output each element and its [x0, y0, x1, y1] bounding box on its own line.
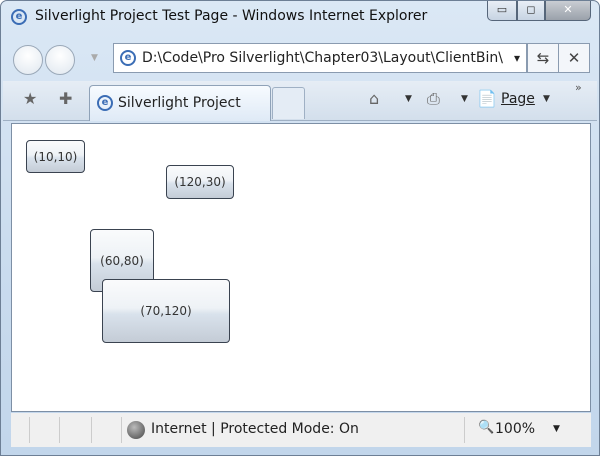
button-120-30[interactable]: (120,30)	[166, 165, 234, 199]
address-bar[interactable]: e D:\Code\Pro Silverlight\Chapter03\Layo…	[113, 43, 527, 73]
back-button[interactable]	[13, 45, 43, 75]
browser-window: e Silverlight Project Test Page - Window…	[0, 0, 600, 456]
history-dropdown-icon[interactable]: ▼	[91, 53, 98, 63]
maximize-button[interactable]: ◻	[517, 1, 545, 21]
silverlight-content: (10,10) (120,30) (60,80) (70,120)	[11, 123, 591, 412]
zoom-level[interactable]: 100%	[495, 421, 535, 437]
button-70-120[interactable]: (70,120)	[102, 279, 230, 343]
add-favorites-icon[interactable]: ✚	[59, 89, 72, 108]
security-zone[interactable]: Internet | Protected Mode: On	[151, 421, 359, 437]
home-dropdown-icon[interactable]: ▼	[405, 94, 412, 104]
button-10-10[interactable]: (10,10)	[26, 140, 85, 173]
ie-logo-icon: e	[11, 9, 27, 25]
command-bar: ★ ✚ e Silverlight Project Test P... ⌂ ▼ …	[3, 81, 597, 145]
toolbar-overflow-icon[interactable]: »	[575, 81, 582, 94]
close-button[interactable]: ✕	[545, 1, 591, 21]
globe-icon	[127, 421, 145, 439]
zoom-icon: 🔍	[478, 420, 495, 435]
page-icon: e	[120, 50, 136, 66]
home-icon[interactable]: ⌂	[369, 89, 379, 108]
tab-page-icon: e	[97, 95, 113, 111]
refresh-button[interactable]: ⇆	[527, 43, 559, 73]
address-dropdown-icon[interactable]: ▾	[514, 44, 520, 72]
page-dropdown-icon[interactable]: ▼	[543, 94, 550, 104]
page-menu-icon: 📄	[477, 89, 497, 108]
print-dropdown-icon[interactable]: ▼	[461, 94, 468, 104]
stop-button[interactable]: ✕	[558, 43, 590, 73]
window-controls: ▭ ◻ ✕	[487, 1, 591, 21]
favorites-star-icon[interactable]: ★	[23, 89, 37, 108]
address-url: D:\Code\Pro Silverlight\Chapter03\Layout…	[142, 50, 503, 66]
print-icon[interactable]: ⎙	[427, 89, 440, 109]
tab-silverlight-project[interactable]: e Silverlight Project Test P...	[89, 85, 271, 145]
page-menu-button[interactable]: Page	[501, 91, 535, 107]
status-bar: Internet | Protected Mode: On 🔍 100% ▼	[11, 413, 591, 447]
minimize-button[interactable]: ▭	[487, 1, 517, 21]
forward-button[interactable]	[45, 45, 75, 75]
new-tab-button[interactable]	[272, 87, 305, 119]
window-title: Silverlight Project Test Page - Windows …	[35, 8, 428, 24]
zoom-dropdown-icon[interactable]: ▼	[553, 424, 560, 434]
